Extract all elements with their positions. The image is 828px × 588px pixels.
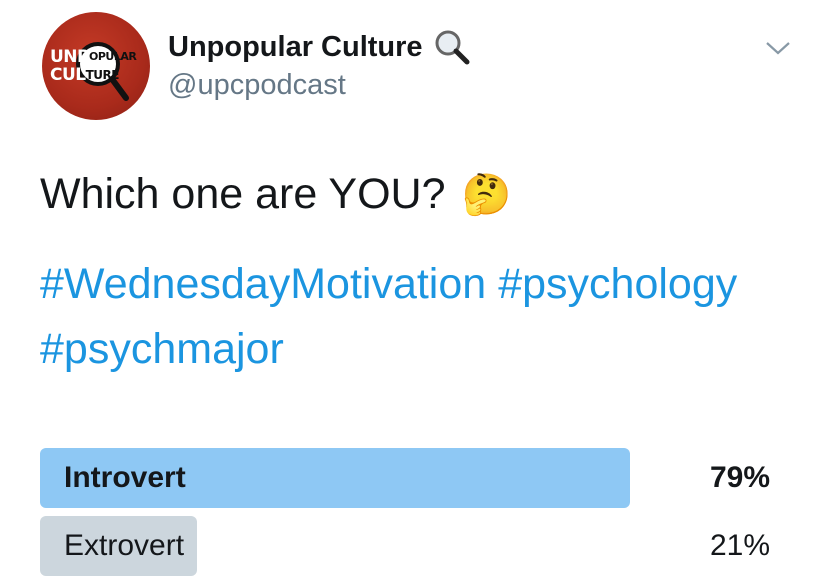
tweet-body: Which one are YOU? (40, 170, 446, 218)
chevron-down-icon[interactable] (764, 38, 792, 58)
poll-option-introvert[interactable]: Introvert 79% (40, 448, 770, 508)
avatar-text-line1: UNPOPULAR (50, 47, 137, 67)
hashtag-link[interactable]: #psychmajor (40, 325, 284, 373)
avatar[interactable]: UNPOPULAR CULTURE (42, 12, 150, 120)
magnifying-glass-icon (435, 30, 470, 65)
avatar-text-line2: CULTURE (50, 65, 120, 85)
handle[interactable]: @upcpodcast (168, 69, 346, 102)
poll-option-extrovert[interactable]: Extrovert 21% (40, 516, 770, 576)
display-name-text: Unpopular Culture (168, 30, 423, 63)
hashtag-link[interactable]: #WednesdayMotivation (40, 260, 486, 308)
poll-option-label: Introvert (64, 461, 186, 494)
hashtag-link[interactable]: #psychology (498, 260, 737, 308)
thinking-face-emoji: 🤔 (461, 173, 512, 217)
poll-option-percent: 79% (709, 461, 770, 494)
tweet-text: Which one are YOU? 🤔 (40, 170, 511, 219)
poll-option-percent: 21% (709, 529, 770, 562)
display-name[interactable]: Unpopular Culture (168, 28, 471, 66)
hashtags: #WednesdayMotivation #psychology #psychma… (40, 252, 800, 382)
poll-option-label: Extrovert (64, 529, 185, 562)
